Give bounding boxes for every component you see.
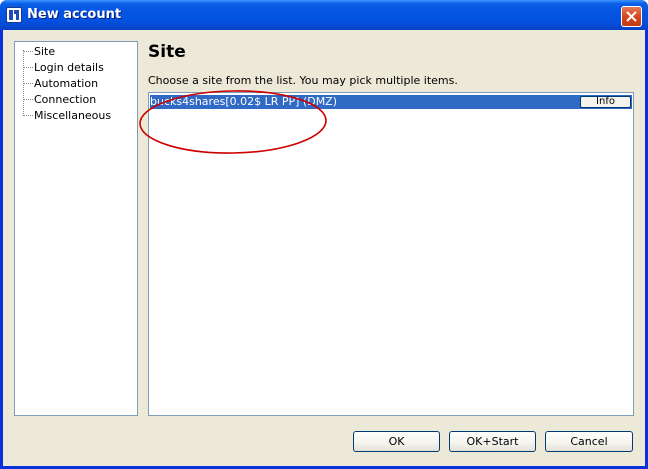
- ok-start-button[interactable]: OK+Start: [449, 431, 536, 452]
- category-tree: Site Login details Automation Connection…: [14, 41, 138, 416]
- ok-button[interactable]: OK: [353, 431, 440, 452]
- instruction-text: Choose a site from the list. You may pic…: [148, 74, 458, 87]
- site-name: bucks4shares[0.02$ LR PP] (DMZ): [150, 95, 338, 108]
- site-list-item[interactable]: bucks4shares[0.02$ LR PP] (DMZ) Info: [150, 95, 632, 109]
- tree-connector: [23, 67, 33, 68]
- tree-connector: [23, 99, 33, 100]
- tree-item-label: Login details: [34, 61, 104, 74]
- tree-connector: [23, 51, 33, 52]
- tree-item-label: Miscellaneous: [34, 109, 112, 122]
- cancel-button[interactable]: Cancel: [545, 431, 633, 452]
- tree-item-login-details[interactable]: Login details: [15, 60, 135, 75]
- tree-item-automation[interactable]: Automation: [15, 76, 135, 91]
- site-list[interactable]: bucks4shares[0.02$ LR PP] (DMZ) Info: [148, 92, 634, 416]
- tree-item-label: Connection: [34, 93, 97, 106]
- tree-connector: [23, 83, 33, 84]
- page-title: Site: [148, 42, 186, 62]
- title-bar[interactable]: New account: [0, 0, 648, 30]
- app-icon: [6, 7, 22, 23]
- close-icon: [626, 11, 637, 22]
- dialog-body: Site Login details Automation Connection…: [3, 30, 645, 466]
- tree-item-site[interactable]: Site: [15, 44, 135, 59]
- tree-item-miscellaneous[interactable]: Miscellaneous: [15, 108, 135, 123]
- info-button[interactable]: Info: [580, 96, 631, 108]
- close-button[interactable]: [621, 6, 642, 27]
- tree-item-label: Automation: [34, 77, 99, 90]
- tree-item-connection[interactable]: Connection: [15, 92, 135, 107]
- tree-connector: [23, 115, 33, 116]
- dialog-window: New account Site Login details Automatio…: [0, 0, 648, 469]
- tree-item-label: Site: [34, 45, 56, 58]
- window-title: New account: [27, 7, 122, 22]
